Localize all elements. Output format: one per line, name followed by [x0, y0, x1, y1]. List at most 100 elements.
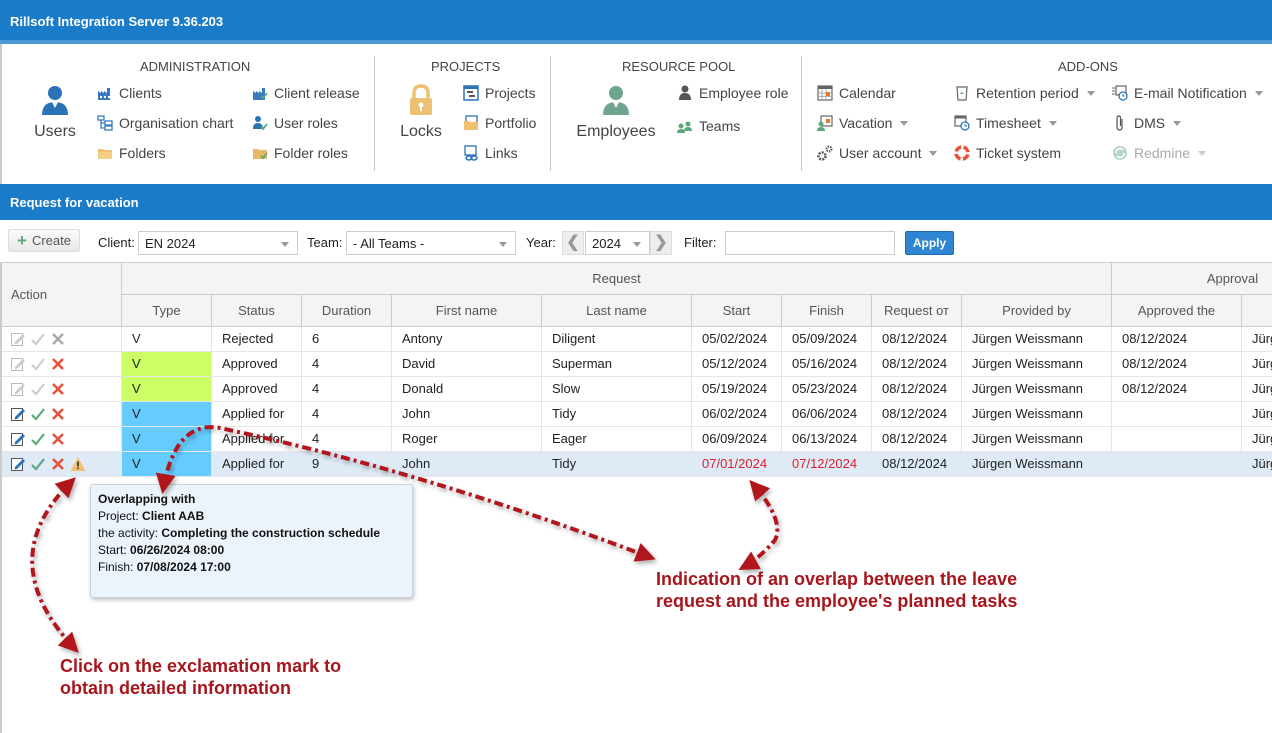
edit-icon[interactable]: [10, 406, 26, 422]
table-row[interactable]: V Applied for 9 John Tidy 07/01/2024 07/12/202…: [2, 452, 1272, 477]
year-select[interactable]: 2024: [585, 231, 650, 255]
menu-client-release[interactable]: Client release: [252, 85, 360, 101]
column-header-type[interactable]: Type: [122, 295, 212, 327]
reject-x-icon[interactable]: [50, 356, 66, 372]
year-prev-button[interactable]: ❮: [562, 231, 584, 255]
menu-organisation-chart[interactable]: Organisation chart: [97, 115, 233, 131]
tooltip-finish-value: 07/08/2024 17:00: [136, 560, 231, 574]
email-notification-icon: [1112, 85, 1128, 101]
menu-user-roles[interactable]: User roles: [252, 115, 338, 131]
cell-status: Approved: [212, 352, 302, 376]
cell-finish: 05/09/2024: [782, 327, 872, 351]
menu-links[interactable]: Links: [463, 145, 518, 161]
column-header-status[interactable]: Status: [212, 295, 302, 327]
locks-button[interactable]: Locks: [396, 84, 446, 141]
reject-x-icon[interactable]: [50, 456, 66, 472]
menu-vacation[interactable]: Vacation: [817, 115, 909, 131]
cell-request-date: 08/12/2024: [872, 452, 962, 476]
ribbon-separator: [801, 56, 802, 171]
create-button[interactable]: + Create: [8, 229, 80, 252]
locks-label: Locks: [400, 123, 442, 140]
client-select[interactable]: EN 2024: [138, 231, 298, 255]
menu-calendar[interactable]: Calendar: [817, 85, 896, 101]
table-row[interactable]: V Approved 4 David Superman 05/12/2024 05/16/2…: [2, 352, 1272, 377]
table-row[interactable]: V Rejected 6 Antony Diligent 05/02/2024 05/09/…: [2, 327, 1272, 352]
menu-dms[interactable]: DMS: [1112, 115, 1182, 131]
apply-button[interactable]: Apply: [905, 231, 954, 255]
warning-icon[interactable]: [70, 456, 86, 472]
cell-first-name: David: [392, 352, 542, 376]
row-actions: [10, 356, 66, 372]
cell-start: 05/12/2024: [692, 352, 782, 376]
approve-check-icon[interactable]: [30, 456, 46, 472]
column-header-duration[interactable]: Duration: [302, 295, 392, 327]
menu-projects[interactable]: Projects: [463, 85, 536, 101]
approve-check-icon[interactable]: [30, 431, 46, 447]
year-next-button[interactable]: ❯: [650, 231, 672, 255]
menu-timesheet[interactable]: Timesheet: [954, 115, 1057, 131]
column-header-approved-the[interactable]: Approved the: [1112, 295, 1242, 327]
row-actions: [10, 381, 66, 397]
approve-check-icon[interactable]: [30, 381, 46, 397]
column-header-approver[interactable]: [1242, 295, 1272, 327]
cell-last-name: Tidy: [542, 402, 692, 426]
click-annotation-line1: Click on the exclamation mark to: [60, 656, 342, 676]
employees-button[interactable]: Employees: [572, 84, 660, 141]
dropdown-caret-icon: [1086, 90, 1095, 96]
cell-approved-the: [1112, 427, 1242, 451]
cell-provided-by: Jürgen Weissmann: [962, 427, 1112, 451]
reject-x-icon[interactable]: [50, 331, 66, 347]
menu-folder-roles[interactable]: Folder roles: [252, 145, 348, 161]
cell-finish: 07/12/2024: [782, 452, 872, 476]
reject-x-icon[interactable]: [50, 406, 66, 422]
table-row[interactable]: V Approved 4 Donald Slow 05/19/2024 05/23/2024…: [2, 377, 1272, 402]
menu-folders-label: Folders: [119, 145, 166, 161]
create-label: Create: [31, 233, 71, 248]
table-row[interactable]: V Applied for 4 John Tidy 06/02/2024 06/06/202…: [2, 402, 1272, 427]
menu-portfolio[interactable]: Portfolio: [463, 115, 536, 131]
menu-user-account-label: User account: [839, 145, 922, 161]
menu-projects-label: Projects: [485, 85, 536, 101]
menu-email-notification[interactable]: E-mail Notification: [1112, 85, 1263, 101]
app-titlebar: Rillsoft Integration Server 9.36.203: [0, 0, 1272, 44]
menu-teams[interactable]: Teams: [677, 118, 740, 134]
reject-x-icon[interactable]: [50, 431, 66, 447]
column-header-last-name[interactable]: Last name: [542, 295, 692, 327]
org-chart-icon: [97, 115, 113, 131]
approve-check-icon[interactable]: [30, 331, 46, 347]
menu-redmine[interactable]: Redmine: [1112, 145, 1207, 161]
cell-type: V: [122, 352, 212, 376]
cell-approver: Jürg: [1242, 452, 1272, 476]
edit-icon[interactable]: [10, 331, 26, 347]
column-header-request-date[interactable]: Request от: [872, 295, 962, 327]
table-row[interactable]: V Applied for 4 Roger Eager 06/09/2024 06/13/2…: [2, 427, 1272, 452]
edit-icon[interactable]: [10, 356, 26, 372]
menu-ticket-system[interactable]: Ticket system: [954, 145, 1061, 161]
cell-request-date: 08/12/2024: [872, 352, 962, 376]
approve-check-icon[interactable]: [30, 406, 46, 422]
menu-employee-role[interactable]: Employee role: [677, 85, 789, 101]
users-button[interactable]: Users: [30, 84, 80, 141]
menu-clients[interactable]: Clients: [97, 85, 162, 101]
client-release-icon: [253, 88, 268, 100]
cell-duration: 4: [302, 427, 392, 451]
column-header-first-name[interactable]: First name: [392, 295, 542, 327]
cell-type: V: [122, 377, 212, 401]
dropdown-caret-icon: [1048, 120, 1057, 126]
filter-input[interactable]: [725, 231, 895, 255]
approve-check-icon[interactable]: [30, 356, 46, 372]
chevron-down-icon: [281, 242, 289, 247]
menu-vacation-label: Vacation: [839, 115, 893, 131]
menu-folders[interactable]: Folders: [97, 145, 166, 161]
team-select[interactable]: - All Teams -: [346, 231, 516, 255]
column-header-finish[interactable]: Finish: [782, 295, 872, 327]
menu-retention-period[interactable]: Retention period: [954, 85, 1095, 101]
menu-organisation-chart-label: Organisation chart: [119, 115, 234, 131]
edit-icon[interactable]: [10, 456, 26, 472]
reject-x-icon[interactable]: [50, 381, 66, 397]
menu-user-account[interactable]: User account: [817, 145, 938, 161]
column-header-start[interactable]: Start: [692, 295, 782, 327]
edit-icon[interactable]: [10, 431, 26, 447]
column-header-provided-by[interactable]: Provided by: [962, 295, 1112, 327]
edit-icon[interactable]: [10, 381, 26, 397]
